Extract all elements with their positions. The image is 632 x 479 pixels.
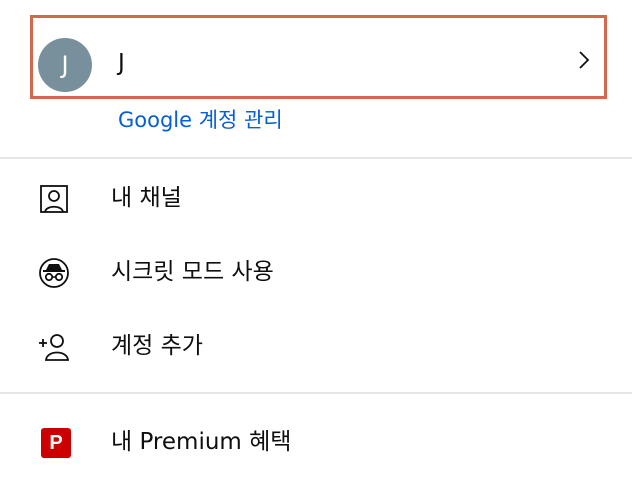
menu-item-label: 내 Premium 혜택	[111, 429, 292, 455]
premium-badge-icon: P	[41, 428, 71, 458]
menu-item-label: 내 채널	[111, 185, 182, 211]
menu-item-incognito[interactable]: 시크릿 모드 사용	[0, 238, 632, 306]
incognito-icon	[39, 258, 69, 288]
menu-item-premium-benefits[interactable]: P 내 Premium 혜택	[0, 408, 632, 476]
menu-item-label: 계정 추가	[111, 333, 203, 359]
menu-item-my-channel[interactable]: 내 채널	[0, 164, 632, 232]
manage-google-account-link[interactable]: Google 계정 관리	[118, 105, 283, 135]
menu-item-label: 시크릿 모드 사용	[111, 259, 274, 285]
divider	[0, 157, 632, 159]
account-name: J	[118, 50, 125, 76]
account-switcher-row[interactable]: J J	[30, 15, 607, 99]
add-person-icon	[39, 334, 69, 361]
account-menu-page: J J Google 계정 관리 내 채널 시크릿 모드 사용 계정 추가 P …	[0, 0, 632, 479]
avatar: J	[38, 38, 92, 92]
divider	[0, 392, 632, 394]
menu-item-add-account[interactable]: 계정 추가	[0, 312, 632, 380]
person-box-icon	[40, 185, 68, 213]
chevron-right-icon	[579, 51, 590, 69]
